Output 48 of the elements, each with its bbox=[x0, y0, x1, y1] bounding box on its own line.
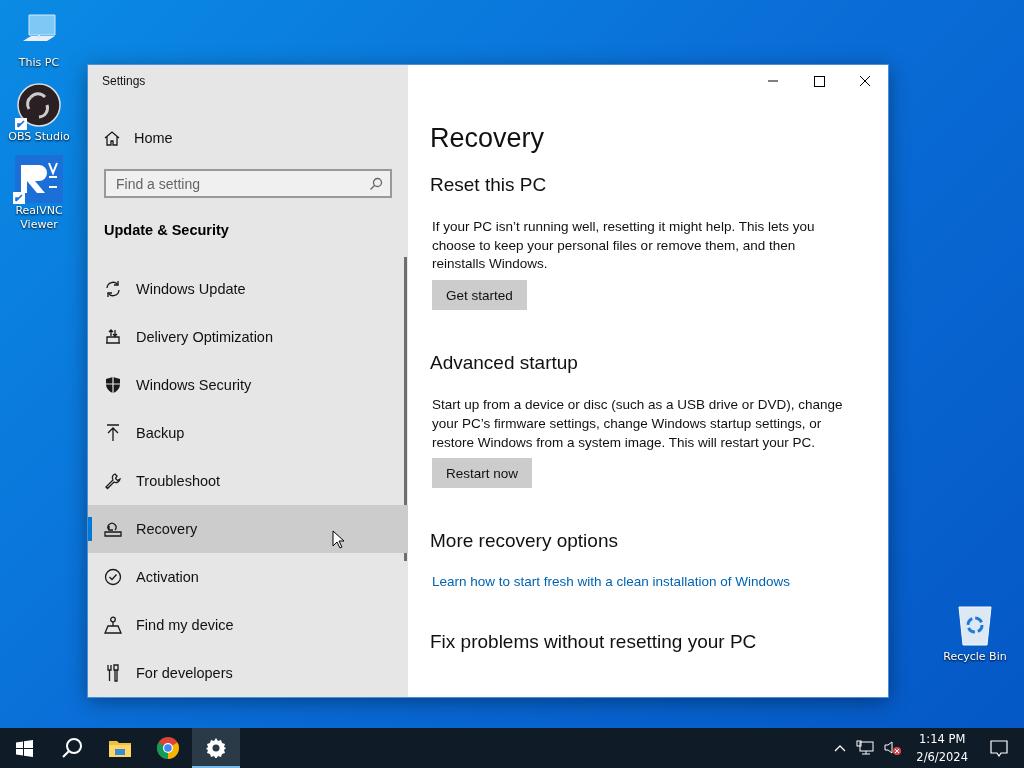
nav-item[interactable]: Delivery Optimization bbox=[88, 313, 408, 361]
chevron-up-icon[interactable] bbox=[834, 744, 847, 752]
person-icon bbox=[104, 616, 122, 634]
nav-item[interactable]: Backup bbox=[88, 409, 408, 457]
wrench-icon bbox=[104, 472, 122, 490]
clock[interactable]: 1:14 PM 2/6/2024 bbox=[916, 730, 968, 766]
upload-download-icon bbox=[104, 328, 122, 346]
page-title: Recovery bbox=[430, 123, 546, 154]
section-heading: Advanced startup bbox=[430, 352, 578, 375]
home-icon bbox=[104, 129, 120, 146]
action-button[interactable]: Get started bbox=[432, 280, 527, 311]
remote-viewer-logo-icon bbox=[15, 155, 63, 203]
check-circle-icon bbox=[104, 568, 122, 586]
section-heading: More recovery options bbox=[430, 530, 618, 553]
shield-icon bbox=[105, 376, 121, 394]
nav-item[interactable]: Recovery bbox=[88, 505, 408, 553]
settings-icon[interactable] bbox=[192, 728, 240, 768]
nav-item[interactable]: Troubleshoot bbox=[88, 457, 408, 505]
search-field[interactable]: Find a setting bbox=[104, 169, 392, 198]
recycle-bin-icon bbox=[955, 603, 995, 647]
cursor-icon bbox=[332, 530, 344, 549]
action-button[interactable]: Restart now bbox=[432, 458, 533, 489]
nav-item[interactable]: For developers bbox=[88, 649, 408, 697]
home-link[interactable]: Home bbox=[88, 123, 408, 152]
tools-icon bbox=[106, 664, 120, 682]
desktop-shortcut[interactable]: RealVNC Viewer bbox=[0, 154, 78, 232]
desktop-shortcut[interactable]: OBS Studio bbox=[0, 80, 78, 144]
search-icon bbox=[369, 177, 383, 191]
section-heading: Reset this PC bbox=[430, 174, 547, 196]
obs-logo-icon bbox=[17, 83, 61, 127]
window-title: Settings bbox=[101, 73, 147, 90]
nav-item[interactable]: Windows Security bbox=[88, 361, 408, 409]
section-heading: Fix problems without resetting your PC bbox=[430, 631, 757, 654]
desktop-shortcut[interactable]: Recycle Bin bbox=[936, 600, 1014, 664]
network-icon[interactable] bbox=[856, 740, 875, 756]
description-text: Start up from a device or disc (such as a USB drive or DVD), change your PC’s firmware settings, change Windows startup settings, or restore Windows from a system image. This will restart your PC. bbox=[432, 396, 844, 452]
description-text: If your PC isn’t running well, resetting it might help. This lets you choose to keep your personal files or remove them, and then reinstalls Windows. bbox=[432, 218, 816, 274]
section-heading: Update & Security bbox=[103, 222, 230, 238]
help-link[interactable]: Learn how to start fresh with a clean installation of Windows bbox=[432, 574, 790, 590]
upload-arrow-icon bbox=[105, 424, 121, 442]
desktop-shortcut[interactable]: This PC bbox=[0, 6, 78, 70]
nav-item[interactable]: Find my device bbox=[88, 601, 408, 649]
nav-item[interactable]: Windows Update bbox=[88, 265, 408, 313]
sync-icon bbox=[104, 280, 122, 298]
notifications-icon[interactable] bbox=[990, 739, 1008, 757]
speaker-muted-icon[interactable] bbox=[884, 740, 903, 756]
recovery-icon bbox=[104, 520, 122, 538]
nav-item[interactable]: Activation bbox=[88, 553, 408, 601]
